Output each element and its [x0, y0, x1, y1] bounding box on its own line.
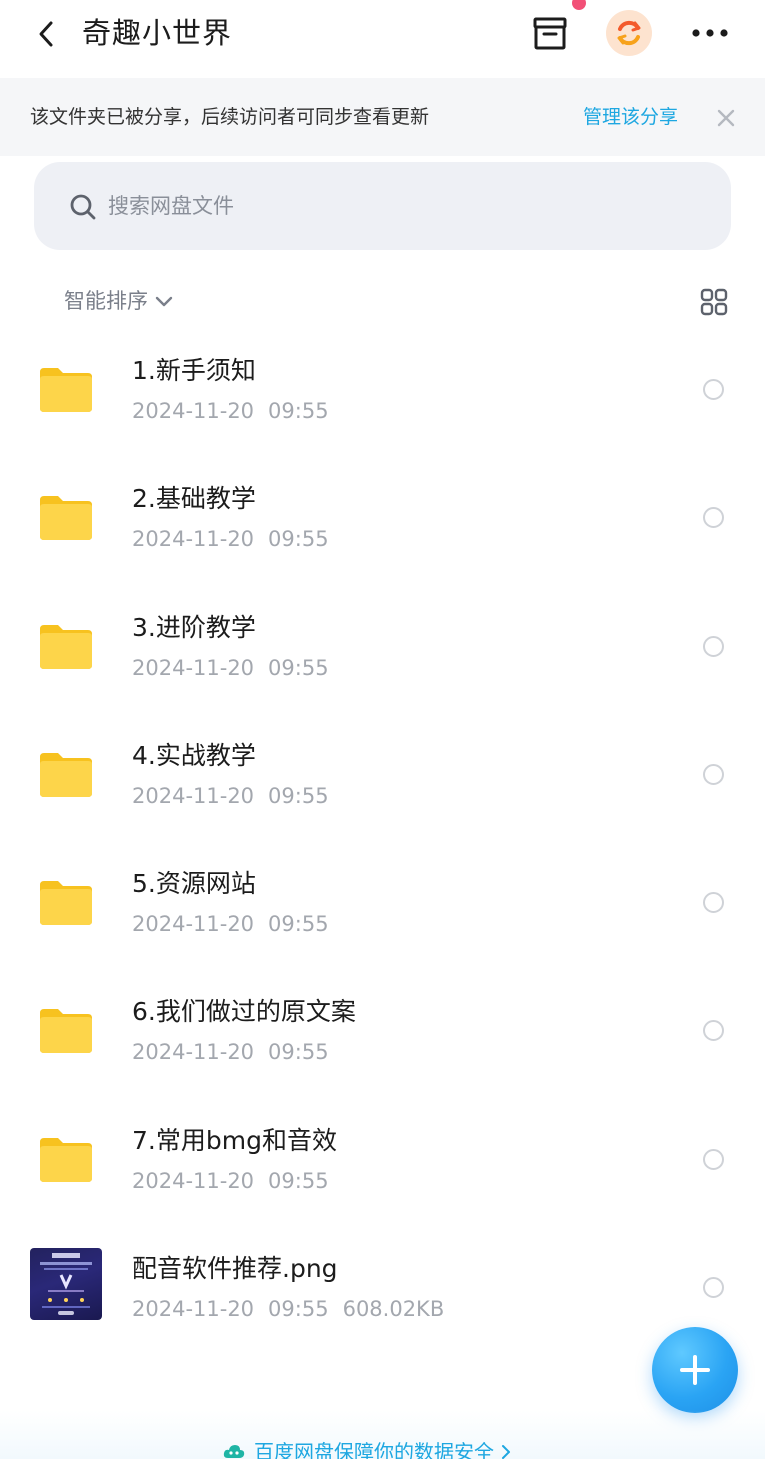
share-notice-banner: 该文件夹已被分享，后续访问者可同步查看更新 管理该分享	[0, 78, 765, 156]
list-item[interactable]: 4.实战教学 2024-11-20 09:55	[0, 711, 765, 839]
manage-share-link[interactable]: 管理该分享	[583, 103, 678, 131]
security-footer: 百度网盘保障你的数据安全	[0, 1410, 765, 1459]
list-item[interactable]: 6.我们做过的原文案 2024-11-20 09:55	[0, 967, 765, 1095]
file-meta: 2024-11-20 09:55	[132, 1040, 329, 1065]
file-name: 2.基础教学	[132, 484, 256, 514]
select-checkbox[interactable]	[703, 1277, 724, 1299]
sync-button[interactable]	[606, 10, 652, 56]
file-size: 608.02KB	[342, 1297, 445, 1322]
folder-icon	[40, 368, 92, 412]
file-name: 6.我们做过的原文案	[132, 997, 356, 1027]
list-item[interactable]: 1.新手须知 2024-11-20 09:55	[0, 326, 765, 454]
file-meta: 2024-11-20 09:55	[132, 655, 329, 680]
close-icon	[717, 109, 735, 127]
file-meta: 2024-11-20 09:55 608.02KB	[132, 1297, 445, 1322]
chevron-right-icon	[500, 1444, 512, 1459]
select-checkbox[interactable]	[703, 1148, 724, 1170]
file-name: 5.资源网站	[132, 869, 256, 899]
select-checkbox[interactable]	[703, 379, 724, 400]
file-meta: 2024-11-20 09:55	[132, 1168, 329, 1193]
file-meta: 2024-11-20 09:55	[132, 399, 329, 423]
notification-dot	[572, 0, 586, 10]
search-icon	[70, 194, 96, 220]
list-item[interactable]: 2.基础教学 2024-11-20 09:55	[0, 454, 765, 582]
folder-icon	[40, 752, 92, 797]
sync-icon	[617, 20, 641, 46]
select-checkbox[interactable]	[703, 635, 724, 657]
file-name: 7.常用bmg和音效	[132, 1125, 337, 1155]
cloud-shield-icon	[223, 1445, 245, 1458]
file-meta: 2024-11-20 09:55	[132, 527, 329, 552]
sort-dropdown[interactable]: 智能排序	[64, 286, 174, 316]
file-meta: 2024-11-20 09:55	[132, 912, 329, 937]
plus-icon	[680, 1355, 710, 1385]
security-link[interactable]: 百度网盘保障你的数据安全	[222, 1438, 512, 1459]
search-bar[interactable]	[34, 162, 731, 250]
folder-icon	[40, 624, 92, 669]
inbox-button[interactable]	[530, 14, 570, 54]
close-banner-button[interactable]	[713, 105, 739, 131]
more-icon	[692, 29, 728, 37]
inbox-icon	[533, 17, 567, 50]
sort-label: 智能排序	[64, 289, 148, 313]
file-name: 3.进阶教学	[132, 612, 256, 642]
back-button[interactable]	[28, 16, 64, 52]
security-link-text: 百度网盘保障你的数据安全	[254, 1440, 494, 1459]
select-checkbox[interactable]	[703, 507, 724, 529]
page-title: 奇趣小世界	[82, 16, 233, 50]
folder-icon	[40, 496, 92, 541]
back-arrow-icon	[39, 21, 53, 47]
grid-view-icon[interactable]	[700, 288, 728, 316]
share-notice-text: 该文件夹已被分享，后续访问者可同步查看更新	[30, 106, 430, 128]
search-input[interactable]	[108, 180, 688, 232]
file-list: 1.新手须知 2024-11-20 09:55 2.基础教学 2024-11-20…	[0, 326, 765, 1352]
folder-icon	[40, 881, 92, 926]
select-checkbox[interactable]	[703, 1020, 724, 1042]
list-item[interactable]: 3.进阶教学 2024-11-20 09:55	[0, 583, 765, 711]
list-item[interactable]: 配音软件推荐.png 2024-11-20 09:55 608.02KB	[0, 1224, 765, 1352]
file-meta: 2024-11-20 09:55	[132, 783, 329, 808]
select-checkbox[interactable]	[703, 892, 724, 914]
list-item[interactable]: 7.常用bmg和音效 2024-11-20 09:55	[0, 1096, 765, 1224]
file-browser-screen: 奇趣小世界 该文件夹已被分享，后续访问者可同步查看更新 管理该分享 搜索网盘文件…	[0, 0, 765, 1459]
file-name: 1.新手须知	[132, 356, 256, 385]
folder-icon	[40, 1137, 92, 1182]
image-thumbnail	[30, 1248, 102, 1321]
add-button[interactable]	[652, 1327, 738, 1413]
folder-icon	[40, 1009, 92, 1054]
file-name: 4.实战教学	[132, 740, 256, 770]
file-name: 配音软件推荐.png	[132, 1254, 338, 1284]
more-options-button[interactable]	[688, 20, 732, 46]
top-bar: 奇趣小世界	[0, 0, 765, 78]
list-item[interactable]: 5.资源网站 2024-11-20 09:55	[0, 839, 765, 967]
chevron-down-icon	[154, 294, 174, 308]
select-checkbox[interactable]	[703, 763, 724, 785]
